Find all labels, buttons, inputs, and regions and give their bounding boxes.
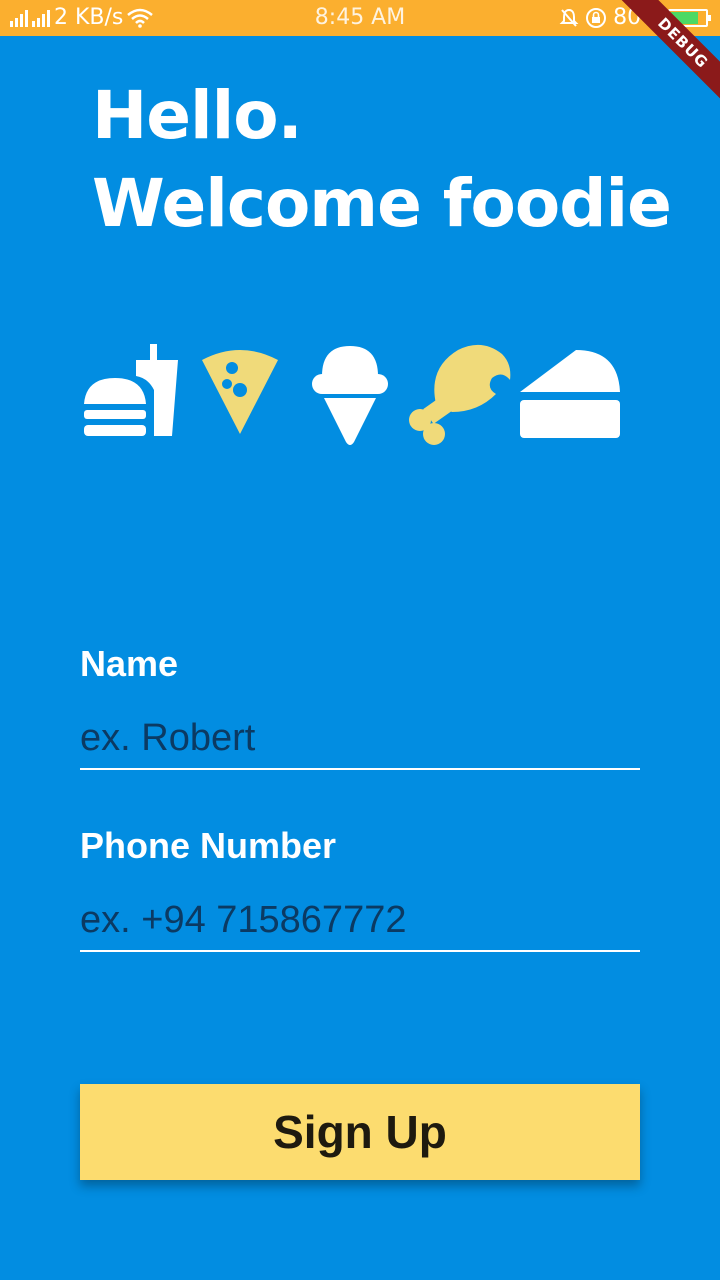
- greeting-line1: Hello.: [92, 77, 303, 154]
- greeting-heading: Hello. Welcome foodie: [92, 72, 672, 248]
- signup-screen: 2 KB/s 8:45 AM 80% DEBUG Hello. Welcome …: [0, 0, 720, 1280]
- food-icons-row: [80, 340, 640, 450]
- name-input[interactable]: [80, 708, 640, 770]
- name-label: Name: [80, 643, 179, 684]
- ice-cream-icon: [312, 346, 388, 445]
- sign-up-button[interactable]: Sign Up: [80, 1084, 640, 1180]
- chicken-leg-icon: [409, 344, 511, 445]
- cake-slice-icon: [520, 350, 620, 438]
- pizza-slice-icon: [202, 350, 278, 434]
- phone-label: Phone Number: [80, 825, 337, 866]
- phone-input[interactable]: [80, 890, 640, 952]
- greeting-line2: Welcome foodie: [92, 165, 672, 242]
- rotation-lock-icon: [586, 7, 607, 28]
- burger-drink-icon: [84, 344, 178, 436]
- status-bar: 2 KB/s 8:45 AM 80%: [0, 0, 720, 36]
- bell-muted-icon: [559, 8, 579, 27]
